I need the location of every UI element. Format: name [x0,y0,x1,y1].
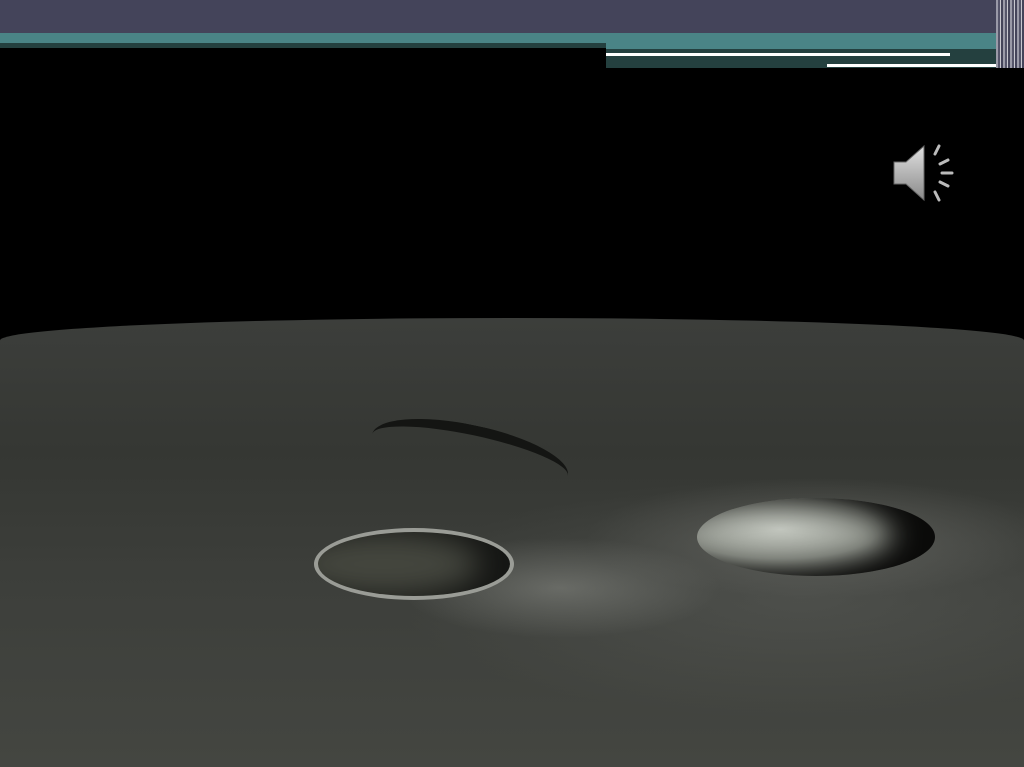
crater-left [314,528,514,600]
slide-header-bar [0,0,1024,33]
header-white-line [606,53,950,56]
header-right-accent [606,33,1024,49]
header-dark-stripe [0,43,606,48]
speaker-icon[interactable] [890,140,960,206]
header-white-line [827,64,1007,67]
crater-right [697,498,935,576]
header-stripes [996,0,1024,68]
